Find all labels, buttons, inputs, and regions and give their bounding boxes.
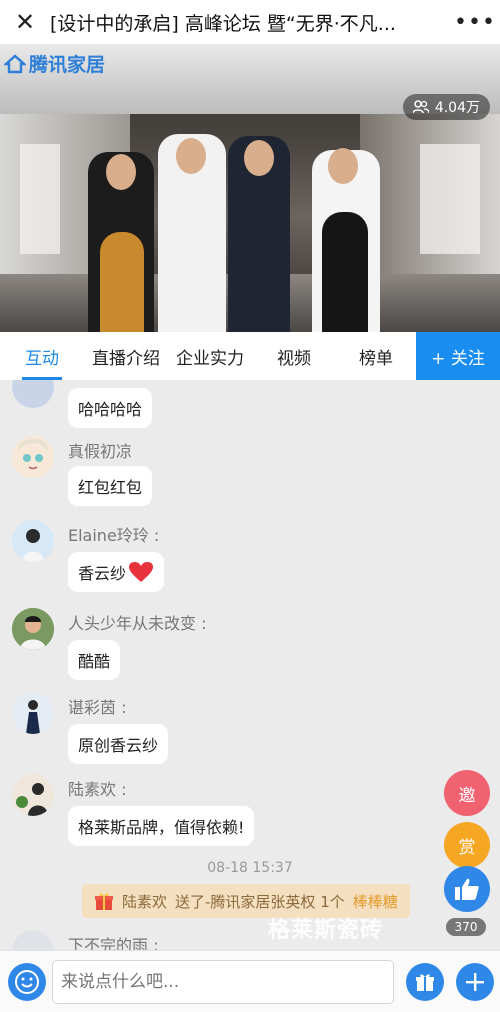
like-count: 370 <box>446 918 486 936</box>
more-icon[interactable]: ••• <box>450 0 500 44</box>
title-bar: ✕ [设计中的承启] 高峰论坛 暨“无界·不凡... ••• <box>0 0 500 44</box>
gift-item: 棒棒糖 <box>352 892 398 911</box>
message-bubble: 香云纱 <box>68 552 165 592</box>
tab-videos[interactable]: 视频 <box>252 332 336 380</box>
message-bubble: 原创香云纱 <box>68 724 169 764</box>
viewer-count: 4.04万 <box>434 100 480 116</box>
avatar <box>12 380 54 408</box>
message-bubble: 酷酷 <box>68 640 121 680</box>
plus-icon <box>466 973 484 991</box>
sender-name: 真假初凉 <box>68 442 133 461</box>
tab-interaction[interactable]: 互动 <box>0 332 84 380</box>
sender-name: 人头少年从未改变 : <box>68 614 207 633</box>
heart-icon <box>129 562 154 582</box>
thumbs-up-icon <box>455 878 479 900</box>
gift-sender: 陆素欢 <box>122 892 168 911</box>
brand-name: 腾讯家居 <box>29 54 106 76</box>
chat-list[interactable]: 哈哈哈哈 真假初凉 红包红包 Elaine玲玲 : 香云纱 人头少年从未改变:… <box>0 380 500 950</box>
reward-button[interactable]: 赏 <box>444 822 490 868</box>
sender-name: 下不完的雨 : <box>68 936 159 950</box>
watermark: 格莱斯瓷砖 <box>268 918 384 943</box>
tab-ranking[interactable]: 榜单 <box>336 332 416 380</box>
avatar <box>12 608 54 650</box>
like-button[interactable] <box>444 866 490 912</box>
message-bubble: 红包红包 <box>68 466 153 506</box>
follow-button[interactable]: + 关注 <box>416 332 500 380</box>
gift-text: 送了-腾讯家居张英权 1个 <box>175 892 345 911</box>
avatar <box>12 436 54 478</box>
invite-button[interactable]: 邀 <box>444 770 490 816</box>
people-icon <box>412 100 429 114</box>
avatar <box>12 930 54 950</box>
message-bubble: 格莱斯品牌，值得依赖! <box>68 806 255 846</box>
brand-logo: 腾讯家居 <box>4 50 105 77</box>
gift-icon <box>416 974 434 991</box>
gift-button[interactable] <box>406 963 444 1001</box>
comment-input[interactable] <box>52 960 394 1004</box>
tab-company-strength[interactable]: 企业实力 <box>168 332 252 380</box>
sender-name: 谌彩茵 : <box>68 698 127 717</box>
reward-label: 赏 <box>458 837 476 858</box>
message-bubble: 哈哈哈哈 <box>68 388 153 428</box>
live-video[interactable]: 腾讯家居 4.04万 <box>0 44 500 332</box>
tab-bar: 互动 直播介绍 企业实力 视频 榜单 + 关注 <box>0 332 500 380</box>
sender-name: 陆素欢 : <box>68 780 127 799</box>
avatar <box>12 774 54 816</box>
gift-icon <box>95 893 113 910</box>
smiley-icon <box>15 970 39 994</box>
plus-button[interactable] <box>456 963 494 1001</box>
invite-label: 邀 <box>458 785 476 806</box>
home-icon <box>4 53 26 73</box>
message-text: 香云纱 <box>78 564 127 583</box>
close-icon[interactable]: ✕ <box>0 0 50 44</box>
tab-live-intro[interactable]: 直播介绍 <box>84 332 168 380</box>
avatar <box>12 692 54 734</box>
bottom-input-bar <box>0 950 500 1012</box>
viewer-count-badge: 4.04万 <box>402 94 490 120</box>
emoji-button[interactable] <box>8 963 46 1001</box>
message-timestamp: 08-18 15:37 <box>207 860 293 876</box>
avatar <box>12 520 54 562</box>
sender-name: Elaine玲玲 : <box>68 526 160 545</box>
page-title: [设计中的承启] 高峰论坛 暨“无界·不凡... <box>50 12 396 35</box>
